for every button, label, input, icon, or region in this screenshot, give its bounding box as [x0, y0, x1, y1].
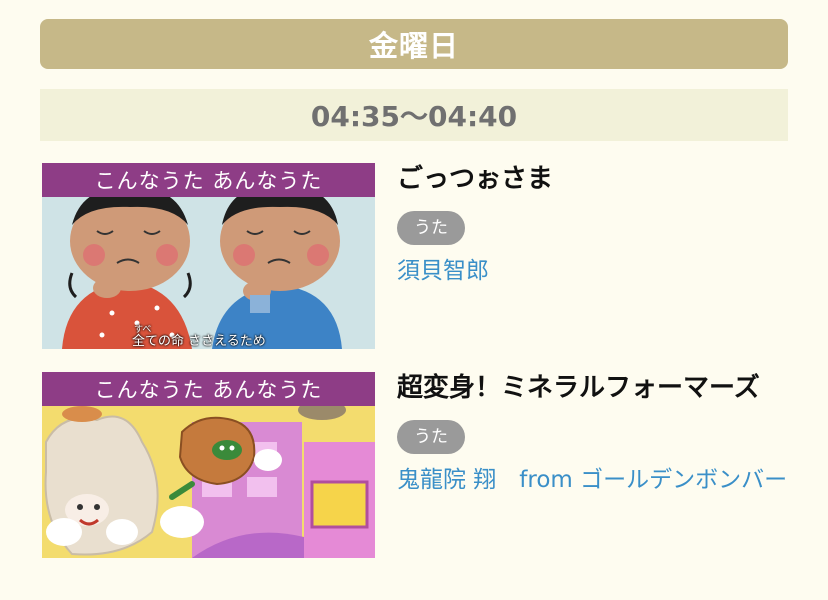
performer-link[interactable]: 鬼龍院 翔 from ゴールデンボンバー	[397, 462, 788, 498]
program-title[interactable]: ごっつぉさま	[397, 161, 788, 197]
schedule-page: 金曜日 04:35〜04:40 こんなうた あんなうた すべ 全ての命 ささえる…	[0, 0, 828, 600]
time-slot: 04:35〜04:40	[40, 89, 788, 141]
program-info: 超変身！ミネラルフォーマーズ うた 鬼龍院 翔 from ゴールデンボンバー	[397, 372, 788, 498]
program-info: ごっつぉさま うた 須貝智郎	[397, 163, 788, 289]
program-item: こんなうた あんなうた	[40, 372, 788, 558]
video-caption: すべ 全ての命 ささえるため	[132, 325, 266, 349]
day-header: 金曜日	[40, 19, 788, 69]
program-thumbnail[interactable]: こんなうた あんなうた	[42, 372, 375, 558]
series-banner: こんなうた あんなうた	[42, 372, 375, 406]
program-thumbnail[interactable]: こんなうた あんなうた	[42, 163, 375, 349]
series-banner: こんなうた あんなうた	[42, 163, 375, 197]
program-item: こんなうた あんなうた	[40, 163, 788, 349]
caption-text: 全ての命 ささえるため	[132, 334, 266, 349]
performer-link[interactable]: 須貝智郎	[397, 253, 788, 289]
genre-tag: うた	[397, 211, 465, 245]
program-title[interactable]: 超変身！ミネラルフォーマーズ	[397, 370, 788, 406]
genre-tag: うた	[397, 420, 465, 454]
